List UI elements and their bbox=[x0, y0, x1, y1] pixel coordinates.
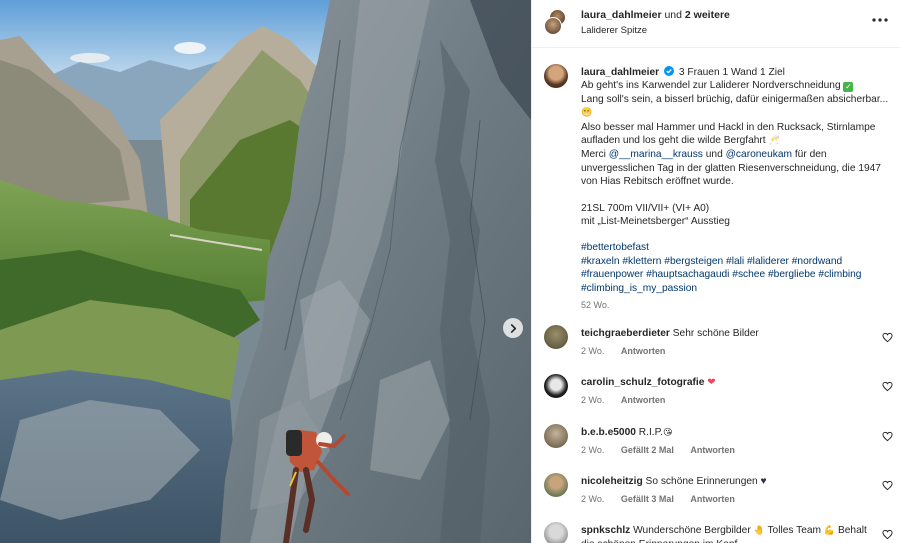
hashtag-link[interactable]: #climbing bbox=[818, 269, 861, 280]
climbing-photo-illustration bbox=[0, 0, 531, 543]
comment-text: nicoleheitzig So schöne Erinnerungen ♥ bbox=[581, 475, 871, 488]
chevron-right-icon bbox=[510, 323, 516, 333]
comment-body: Sehr schöne Bilder bbox=[672, 328, 759, 339]
reply-button[interactable]: Antworten bbox=[690, 494, 735, 504]
author-username-link[interactable]: laura_dahlmeier bbox=[581, 9, 662, 21]
comment-item: nicoleheitzig So schöne Erinnerungen ♥ 2… bbox=[532, 473, 900, 519]
route-exit: mit „List-Meinetsberger“ Ausstieg bbox=[581, 216, 730, 228]
others-link[interactable]: 2 weitere bbox=[685, 9, 730, 21]
muscle-emoji-icon: 💪 bbox=[823, 526, 836, 536]
heart-outline-icon[interactable] bbox=[882, 332, 893, 343]
avatar[interactable] bbox=[544, 522, 568, 543]
hand-emoji-icon: 🤚 bbox=[753, 526, 765, 536]
verified-badge-icon bbox=[664, 66, 674, 76]
more-options-icon[interactable] bbox=[871, 13, 889, 27]
reply-button[interactable]: Antworten bbox=[690, 445, 735, 455]
comment-text: carolin_schulz_fotografie ❤ bbox=[581, 376, 871, 389]
post-header: laura_dahlmeier und 2 weitere Laliderer … bbox=[532, 0, 900, 48]
caption-line-2: Lang soll's sein, a bisserl brüchig, daf… bbox=[581, 93, 889, 105]
comment-meta: 2 Wo. Antworten bbox=[581, 395, 679, 405]
hashtag-link[interactable]: #schee bbox=[732, 269, 765, 280]
comment-item: b.e.b.e5000 R.I.P.😘 2 Wo. Gefällt 2 Mal … bbox=[532, 424, 900, 470]
caption-title: 3 Frauen 1 Wand 1 Ziel bbox=[678, 67, 785, 78]
location-link[interactable]: Laliderer Spitze bbox=[581, 25, 647, 36]
hashtag-link[interactable]: #nordwand bbox=[792, 256, 842, 267]
comment-body-2: Tolles Team bbox=[767, 525, 822, 536]
comment-text: spnkschlz Wunderschöne Bergbilder 🤚 Toll… bbox=[581, 524, 881, 543]
comment-like-count[interactable]: Gefällt 3 Mal bbox=[621, 494, 674, 504]
comment-time[interactable]: 2 Wo. bbox=[581, 346, 604, 356]
smile-emoji-icon: 😘 bbox=[662, 428, 673, 438]
comment-item: teichgraeberdieter Sehr schöne Bilder 2 … bbox=[532, 325, 900, 371]
comment-username-link[interactable]: nicoleheitzig bbox=[581, 476, 643, 487]
reply-button[interactable]: Antworten bbox=[621, 346, 666, 356]
hashtag-link[interactable]: #klettern bbox=[622, 256, 661, 267]
comment-like-count[interactable]: Gefällt 2 Mal bbox=[621, 445, 674, 455]
comment-body: So schöne Erinnerungen bbox=[645, 476, 758, 487]
hashtag-link[interactable]: #hauptsachagaudi bbox=[646, 269, 729, 280]
cheers-emoji-icon: 🥂 bbox=[768, 136, 780, 147]
post-details-panel: laura_dahlmeier und 2 weitere Laliderer … bbox=[531, 0, 900, 543]
caption-username-link[interactable]: laura_dahlmeier bbox=[581, 67, 659, 78]
avatar[interactable] bbox=[544, 325, 568, 349]
caption-line-1: Ab geht's ins Karwendel zur Laliderer No… bbox=[581, 80, 841, 92]
heart-outline-icon[interactable] bbox=[882, 480, 893, 491]
caption-line-4-mid: und bbox=[705, 149, 723, 161]
comment-meta: 2 Wo. Gefällt 3 Mal Antworten bbox=[581, 494, 749, 504]
comment-item: spnkschlz Wunderschöne Bergbilder 🤚 Toll… bbox=[532, 522, 900, 543]
hashtag-link[interactable]: #climbing_is_my_passion bbox=[581, 283, 697, 294]
hashtag-link[interactable]: #laliderer bbox=[747, 256, 789, 267]
check-mark-emoji-icon: ✓ bbox=[843, 82, 854, 93]
heart-outline-icon[interactable] bbox=[882, 381, 893, 392]
comment-username-link[interactable]: teichgraeberdieter bbox=[581, 328, 670, 339]
post-photo[interactable] bbox=[0, 0, 531, 543]
avatar[interactable] bbox=[544, 473, 568, 497]
comment-text: b.e.b.e5000 R.I.P.😘 bbox=[581, 426, 871, 440]
mention-link[interactable]: @caroneukam bbox=[726, 149, 792, 160]
avatar[interactable] bbox=[544, 374, 568, 398]
comment-text: teichgraeberdieter Sehr schöne Bilder bbox=[581, 327, 871, 340]
post-authors: laura_dahlmeier und 2 weitere bbox=[581, 9, 730, 21]
avatar bbox=[544, 17, 562, 35]
hashtag-link[interactable]: #bettertobefast bbox=[581, 242, 649, 253]
hashtag-link[interactable]: #bergliebe bbox=[768, 269, 816, 280]
comment-time[interactable]: 2 Wo. bbox=[581, 445, 604, 455]
hashtag-list: #bettertobefast #kraxeln #klettern #berg… bbox=[581, 241, 891, 295]
comment-item: carolin_schulz_fotografie ❤ 2 Wo. Antwor… bbox=[532, 374, 900, 420]
heart-outline-icon[interactable] bbox=[882, 431, 893, 442]
hashtag-link[interactable]: #frauenpower bbox=[581, 269, 643, 280]
comment-username-link[interactable]: spnkschlz bbox=[581, 525, 630, 536]
and-text: und bbox=[664, 9, 682, 21]
hashtag-link[interactable]: #bergsteigen bbox=[664, 256, 723, 267]
caption-line-3: Also besser mal Hammer und Hackl in den … bbox=[581, 121, 876, 147]
avatar[interactable] bbox=[544, 64, 568, 88]
avatar[interactable] bbox=[544, 424, 568, 448]
comment-meta: 2 Wo. Antworten bbox=[581, 346, 679, 356]
heart-outline-icon[interactable] bbox=[882, 529, 893, 540]
comment-meta: 2 Wo. Gefällt 2 Mal Antworten bbox=[581, 445, 749, 455]
face-emoji-icon: 😬 bbox=[581, 108, 593, 119]
comment-username-link[interactable]: carolin_schulz_fotografie bbox=[581, 377, 704, 388]
mention-link[interactable]: @__marina__krauss bbox=[609, 149, 703, 160]
caption-line-4-pre: Merci bbox=[581, 149, 606, 161]
reply-button[interactable]: Antworten bbox=[621, 395, 666, 405]
black-heart-emoji-icon: ♥ bbox=[760, 476, 767, 487]
route-grade: 21SL 700m VII/VII+ (VI+ A0) bbox=[581, 202, 710, 214]
comment-username-link[interactable]: b.e.b.e5000 bbox=[581, 427, 636, 438]
hashtag-link[interactable]: #lali bbox=[726, 256, 744, 267]
comment-time[interactable]: 2 Wo. bbox=[581, 494, 604, 504]
hashtag-link[interactable]: #kraxeln bbox=[581, 256, 620, 267]
comment-time[interactable]: 2 Wo. bbox=[581, 395, 604, 405]
comment-body: Wunderschöne Bergbilder bbox=[633, 525, 751, 536]
next-image-button[interactable] bbox=[503, 318, 523, 338]
collab-avatars[interactable] bbox=[544, 9, 566, 35]
post-timestamp[interactable]: 52 Wo. bbox=[581, 299, 891, 312]
red-heart-emoji-icon: ❤ bbox=[707, 377, 716, 388]
comment-body: R.I.P. bbox=[638, 427, 663, 438]
caption-body: laura_dahlmeier 3 Frauen 1 Wand 1 Ziel A… bbox=[581, 66, 891, 313]
